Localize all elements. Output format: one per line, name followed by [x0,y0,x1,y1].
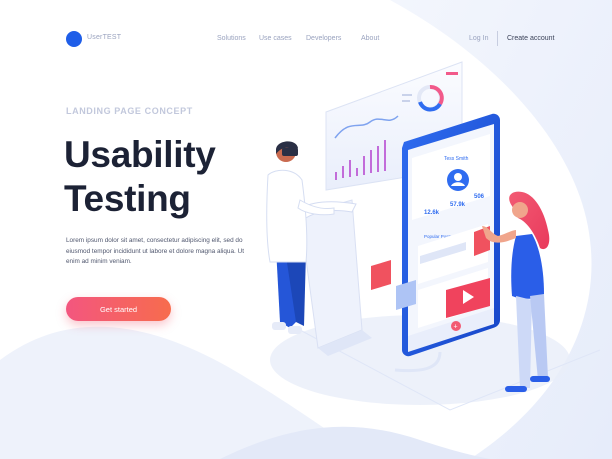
profile-name: Tess Smith [444,156,469,162]
landing-page: UserTEST Solutions Use cases Developers … [0,0,612,459]
login-link[interactable]: Log In [469,35,488,42]
title-line-2: Testing [64,178,191,219]
usability-illustration: Tess Smith 12.6k 57.9k 506 Popular Posts… [266,61,601,411]
stat-3: 506 [474,194,485,200]
nav-about[interactable]: About [361,35,379,42]
nav-divider [497,31,498,46]
hero-description: Lorem ipsum dolor sit amet, consectetur … [66,237,244,265]
svg-text:+: + [454,324,458,331]
nav-solutions[interactable]: Solutions [217,35,246,42]
nav-use-cases[interactable]: Use cases [259,35,292,42]
nav-developers[interactable]: Developers [306,35,341,42]
create-account-link[interactable]: Create account [507,35,554,42]
eyebrow-label: LANDING PAGE CONCEPT [66,106,193,116]
title-line-1: Usability [64,134,216,175]
stat-2: 57.9k [450,202,466,208]
stat-1: 12.6k [424,210,440,216]
logo-text[interactable]: UserTEST [87,34,121,41]
page-title: Usability Testing [64,133,216,221]
get-started-button[interactable]: Get started [66,297,171,321]
logo-icon[interactable] [66,31,82,47]
